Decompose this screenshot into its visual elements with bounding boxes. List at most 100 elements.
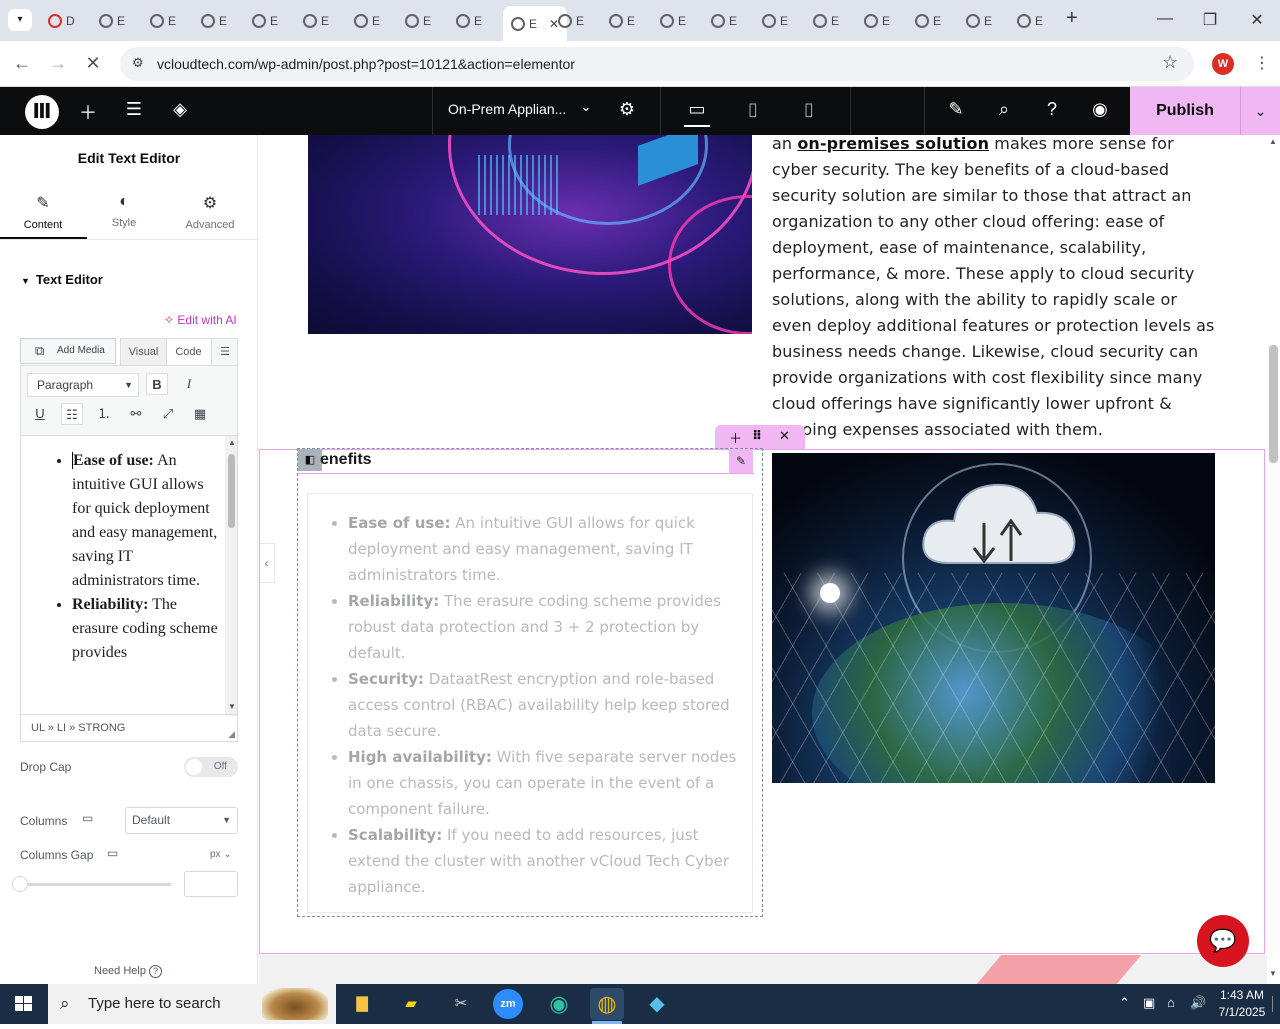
text-editor-widget[interactable]: Ease of use: An intuitive GUI allows for… xyxy=(307,493,753,913)
edit-with-ai-button[interactable]: ✧ Edit with AI xyxy=(164,313,237,327)
browser-tab[interactable]: E xyxy=(456,8,482,34)
slider-handle[interactable] xyxy=(12,876,28,892)
tab-search-button[interactable]: ▾ xyxy=(8,9,32,31)
on-premises-link[interactable]: on-premises solution xyxy=(797,135,989,153)
responsive-desktop-icon[interactable]: ▭ xyxy=(107,846,118,860)
editor-scrollbar[interactable]: ▲ ▼ xyxy=(225,436,237,716)
notes-icon[interactable]: ✎ xyxy=(943,99,969,123)
scroll-down-arrow-icon[interactable]: ▼ xyxy=(228,702,236,711)
new-tab-button[interactable]: + xyxy=(1066,7,1078,30)
desktop-view-icon[interactable]: ▭ xyxy=(684,99,710,123)
underline-icon[interactable]: U xyxy=(29,403,51,425)
browser-tab[interactable]: E xyxy=(966,8,992,34)
editor-content[interactable]: Ease of use: An intuitive GUI allows for… xyxy=(21,436,237,714)
browser-tab[interactable]: D xyxy=(48,8,75,34)
section-toggle-text-editor[interactable]: ▼ Text Editor xyxy=(21,272,103,287)
need-help-link[interactable]: Need Help ? xyxy=(94,965,163,978)
chat-widget-icon[interactable]: 💬 xyxy=(1197,915,1249,967)
tab-code[interactable]: Code xyxy=(167,339,210,366)
site-settings-icon[interactable]: ☰ xyxy=(121,99,147,123)
help-icon[interactable]: ? xyxy=(1039,99,1065,123)
snipping-tool-icon[interactable]: ✂ xyxy=(444,988,478,1020)
tab-visual[interactable]: Visual xyxy=(121,339,167,366)
browser-tab[interactable]: E xyxy=(609,8,635,34)
stop-loading-icon[interactable]: ✕ xyxy=(81,53,105,74)
browser-tab[interactable]: E xyxy=(405,8,431,34)
chrome-browser-icon[interactable]: ◍ xyxy=(590,988,624,1020)
volume-icon[interactable]: 🔊 xyxy=(1190,995,1206,1011)
columns-gap-slider[interactable] xyxy=(20,883,171,886)
search-icon[interactable]: ⌕ xyxy=(991,99,1017,123)
browser-tab[interactable]: E xyxy=(354,8,380,34)
publish-button[interactable]: Publish xyxy=(1130,87,1240,135)
forward-icon[interactable]: → xyxy=(46,53,70,74)
site-info-icon[interactable]: ⚙ xyxy=(132,55,144,71)
minimize-button[interactable]: — xyxy=(1155,10,1175,28)
profile-avatar[interactable]: W xyxy=(1212,53,1234,75)
browser-tab[interactable]: E xyxy=(201,8,227,34)
page-dropdown-chevron-icon[interactable]: ⌄ xyxy=(573,99,599,123)
browser-tab[interactable]: E xyxy=(1017,8,1043,34)
numbered-list-icon[interactable]: ⒈ xyxy=(93,403,115,425)
tray-app-icon[interactable]: ▣ xyxy=(1143,995,1155,1011)
delete-section-icon[interactable]: ✕ xyxy=(779,428,790,444)
windows-start-icon[interactable] xyxy=(0,984,48,1024)
zoom-app-icon[interactable]: zm xyxy=(493,989,523,1019)
scroll-up-arrow-icon[interactable]: ▲ xyxy=(228,438,236,447)
drag-handle-icon[interactable]: ⠿ xyxy=(752,428,762,444)
browser-tab[interactable]: E xyxy=(303,8,329,34)
browser-tab[interactable]: E xyxy=(558,8,584,34)
add-section-icon[interactable]: ＋ xyxy=(729,428,742,447)
link-icon[interactable]: ⚯ xyxy=(125,403,147,425)
page-settings-gear-icon[interactable]: ⚙ xyxy=(614,99,640,123)
browser-tab[interactable]: E xyxy=(762,8,788,34)
browser-tab[interactable]: E xyxy=(711,8,737,34)
responsive-desktop-icon[interactable]: ▭ xyxy=(82,811,93,825)
resize-handle-icon[interactable]: ◢ xyxy=(228,729,235,740)
structure-layers-icon[interactable]: ◈ xyxy=(167,99,193,123)
notification-icon[interactable] xyxy=(1272,996,1280,1012)
tablet-view-icon[interactable]: ▯ xyxy=(740,99,766,123)
page-name[interactable]: On-Prem Applian... xyxy=(448,101,566,117)
browser-tab[interactable]: E xyxy=(864,8,890,34)
publish-options-chevron-icon[interactable]: ⌄ xyxy=(1240,87,1280,135)
browser-tab[interactable]: E xyxy=(252,8,278,34)
browser-tab[interactable]: E xyxy=(99,8,125,34)
scroll-down-arrow-icon[interactable]: ▼ xyxy=(1269,969,1277,978)
close-window-button[interactable]: ✕ xyxy=(1247,10,1267,30)
omnibox[interactable]: ⚙ vcloudtech.com/wp-admin/post.php?post=… xyxy=(120,47,1194,81)
back-icon[interactable]: ← xyxy=(10,53,34,74)
format-select[interactable]: Paragraph ▼ xyxy=(27,373,139,397)
fullscreen-icon[interactable]: ⤢ xyxy=(157,403,179,425)
columns-gap-input[interactable] xyxy=(184,871,238,897)
file-explorer-icon[interactable]: ▇ xyxy=(345,988,379,1020)
bold-icon[interactable]: B xyxy=(146,373,168,395)
elementor-logo[interactable]: Ⅲ xyxy=(25,95,59,129)
vpn-app-icon[interactable]: ◆ xyxy=(640,988,674,1020)
tab-content[interactable]: ✎ Content xyxy=(0,183,86,239)
tray-overflow-chevron-icon[interactable]: ⌃ xyxy=(1119,995,1130,1011)
add-element-icon[interactable]: ＋ xyxy=(75,99,101,123)
columns-select[interactable]: Default ▼ xyxy=(125,807,238,834)
sticky-notes-icon[interactable]: ▰ xyxy=(394,988,428,1020)
preview-eye-icon[interactable]: ◉ xyxy=(1087,99,1113,123)
bookmark-star-icon[interactable]: ☆ xyxy=(1162,52,1178,73)
browser-tab[interactable]: E xyxy=(813,8,839,34)
edit-widget-pencil-icon[interactable]: ✎ xyxy=(729,449,753,473)
restore-button[interactable]: ❐ xyxy=(1200,10,1220,30)
unit-select[interactable]: px ⌄ xyxy=(210,849,232,860)
edge-browser-icon[interactable]: ◉ xyxy=(542,988,576,1020)
tab-advanced[interactable]: ⚙ Advanced xyxy=(167,183,253,239)
taskbar-clock[interactable]: 1:43 AM 7/1/2025 xyxy=(1214,987,1270,1021)
add-media-button[interactable]: ⧉ Add Media xyxy=(20,338,116,364)
italic-icon[interactable]: I xyxy=(178,373,200,395)
taskbar-search-box[interactable]: ⌕ Type here to search xyxy=(48,984,336,1024)
canvas-scrollbar[interactable]: ▲ ▼ xyxy=(1267,135,1280,984)
browser-tab[interactable]: E xyxy=(660,8,686,34)
browser-menu-icon[interactable]: ⋮ xyxy=(1254,53,1270,73)
toolbar-toggle-icon[interactable]: ☰ xyxy=(211,339,238,366)
editor-scrollbar-thumb[interactable] xyxy=(228,454,235,528)
column-handle-icon[interactable]: ◧ xyxy=(298,449,322,471)
scroll-up-arrow-icon[interactable]: ▲ xyxy=(1269,137,1277,146)
drop-cap-toggle[interactable]: Off xyxy=(184,757,238,777)
